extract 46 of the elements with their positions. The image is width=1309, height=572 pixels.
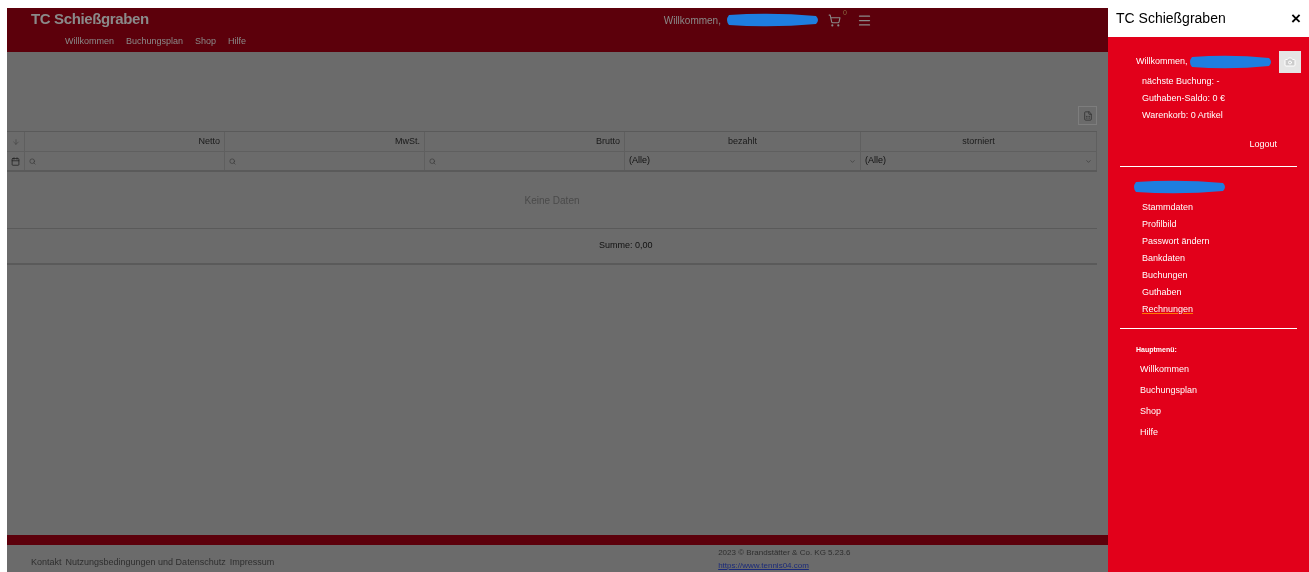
account-menu-link[interactable]: Rechnungen (1142, 302, 1194, 316)
main-menu-link[interactable]: Shop (1140, 405, 1162, 418)
column-header[interactable]: Brutto (596, 134, 620, 149)
account-menu-link[interactable]: Buchungen (1142, 268, 1188, 282)
column-header[interactable]: MwSt. (395, 134, 420, 149)
main-menu-link[interactable]: Hilfe (1140, 426, 1158, 439)
account-menu-link[interactable]: Stammdaten (1142, 200, 1194, 214)
account-info: Warenkorb: 0 Artikel (1142, 109, 1224, 122)
camera-icon (1284, 56, 1296, 68)
account-menu-link[interactable]: Profilbild (1142, 217, 1177, 231)
welcome-text: Willkommen, (663, 13, 721, 28)
account-menu-link[interactable]: Bankdaten (1142, 251, 1186, 265)
search-icon (429, 157, 436, 165)
menu-icon[interactable] (856, 12, 872, 28)
logout-button[interactable]: Logout (1249, 138, 1277, 152)
website-link[interactable]: https://www.tennis04.com (718, 558, 851, 572)
welcome-text: Willkommen, (1136, 55, 1188, 69)
column-header[interactable]: Netto (198, 134, 220, 149)
account-menu-link[interactable]: Passwort ändern (1142, 234, 1210, 248)
account-info: nächste Buchung: - (1142, 75, 1221, 88)
main-menu-link[interactable]: Buchungsplan (1140, 384, 1198, 397)
account-menu-link[interactable]: Guthaben (1142, 285, 1182, 299)
site-title: TC Schießgraben (31, 9, 149, 29)
filter-dropdown[interactable]: (Alle) (625, 152, 861, 170)
sum-text: Summe: 0,00 (599, 239, 653, 253)
profile-photo[interactable] (1279, 51, 1301, 73)
export-button[interactable] (1078, 106, 1097, 125)
sort-icon[interactable] (11, 137, 20, 146)
filter-dropdown[interactable]: (Alle) (861, 152, 1097, 170)
account-info: Guthaben-Saldo: 0 € (1142, 92, 1227, 105)
main-menu-link[interactable]: Willkommen (1140, 363, 1189, 376)
close-button[interactable]: × (1291, 10, 1301, 27)
nav-link[interactable]: Shop (195, 34, 217, 48)
search-icon (229, 157, 236, 165)
dropdown-icon (1085, 157, 1092, 165)
cart-icon[interactable] (827, 13, 841, 27)
nav-link[interactable]: Buchungsplan (126, 34, 184, 48)
nav-link[interactable]: Hilfe (228, 34, 247, 48)
search-icon (29, 157, 36, 165)
panel-title: TC Schießgraben (1116, 9, 1226, 28)
spreadsheet-icon (1082, 110, 1093, 121)
calendar-icon[interactable] (11, 156, 20, 166)
nav-link[interactable]: Willkommen (65, 34, 114, 48)
dropdown-icon (849, 157, 856, 165)
column-header[interactable]: storniert (962, 134, 995, 149)
column-header[interactable]: bezahlt (728, 134, 757, 149)
